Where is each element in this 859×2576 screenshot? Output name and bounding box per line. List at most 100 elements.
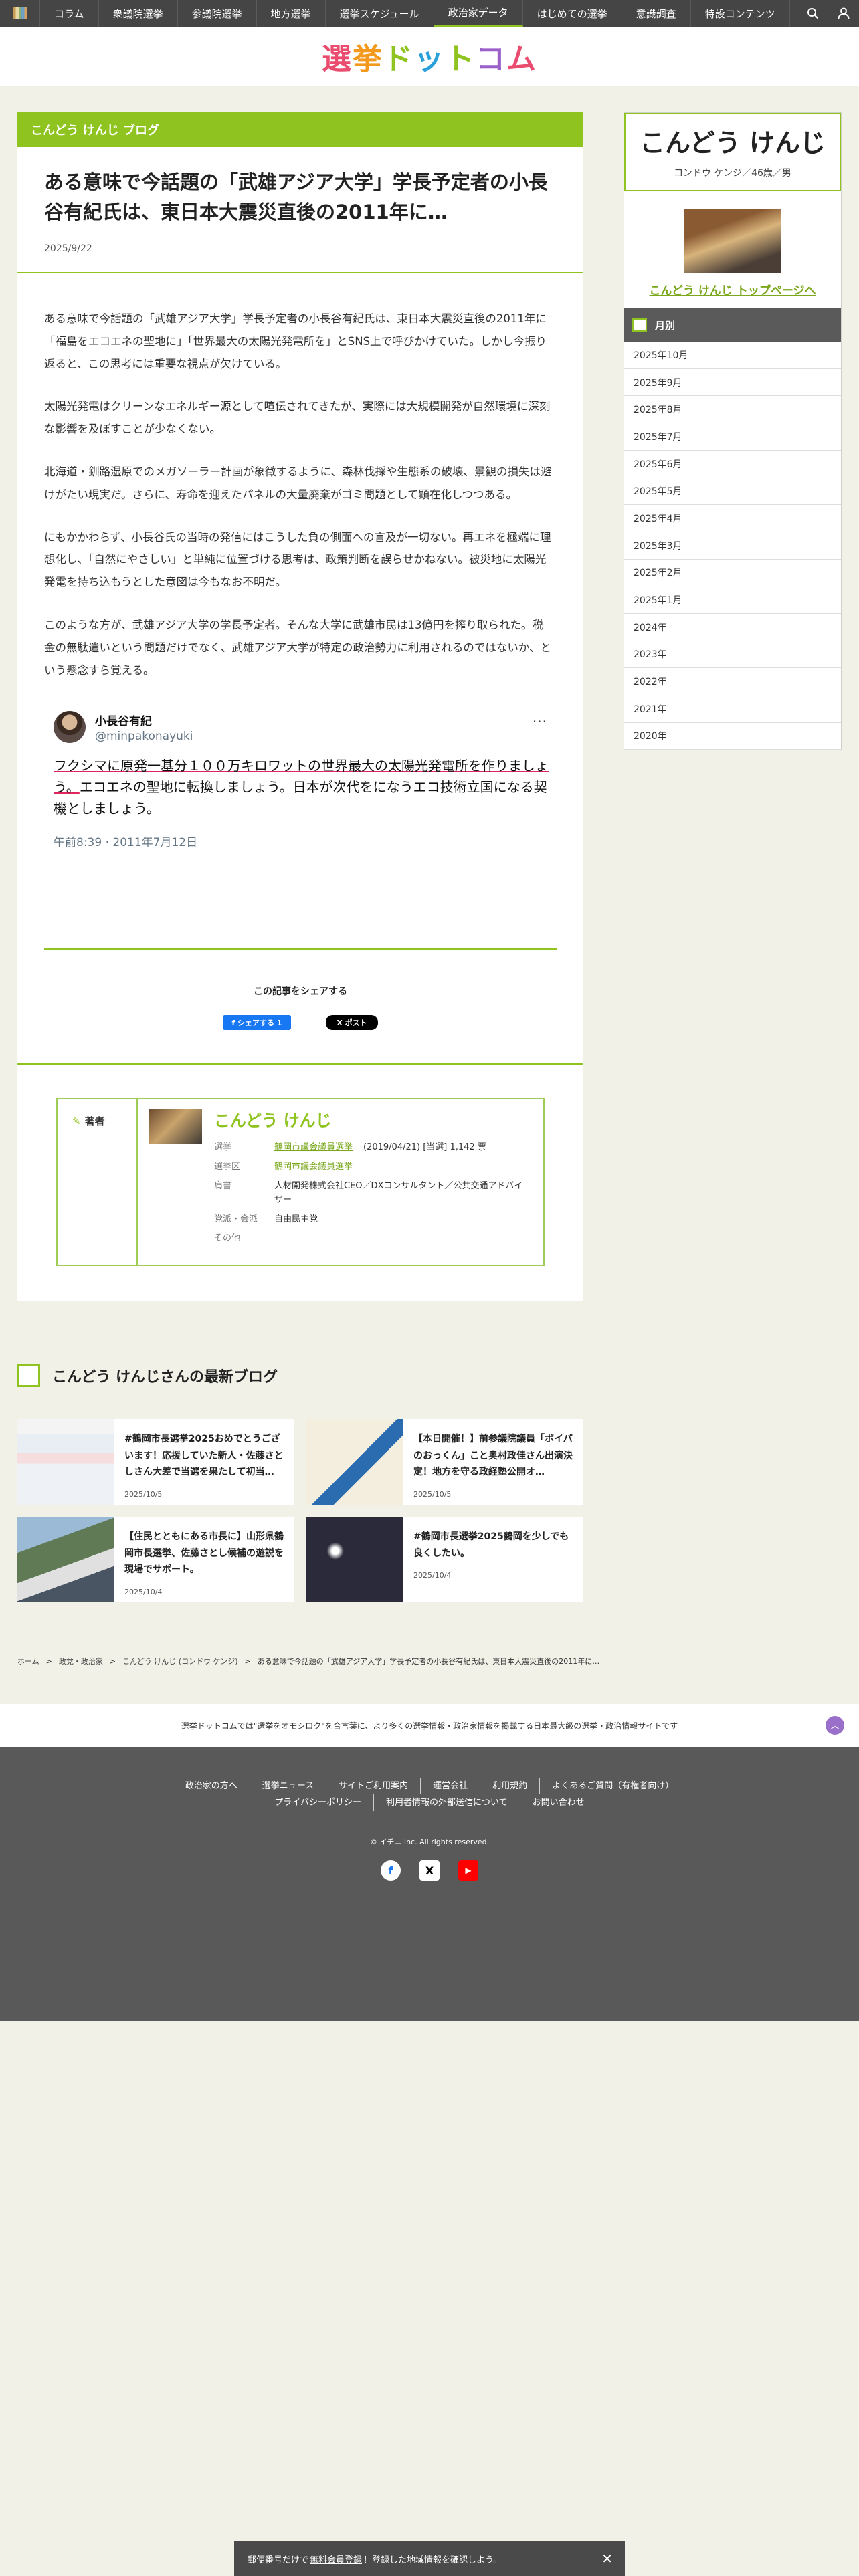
sidebar-politician-meta: コンドウ ケンジ／46歳／男 bbox=[674, 168, 791, 179]
tweet-text-rest: エコエネの聖地に転換しましょう。日本が次代をになうエコ技術立国になる契機としまし… bbox=[54, 779, 547, 817]
blog-card-thumbnail bbox=[306, 1419, 403, 1505]
article-body: ある意味で今話題の「武雄アジア大学」学長予定者の小長谷有紀氏は、東日本大震災直後… bbox=[17, 273, 583, 682]
tweet-avatar[interactable] bbox=[54, 711, 86, 744]
latest-blogs: こんどう けんじさんの最新ブログ #鶴岡市長選挙2025おめでとうございます！応… bbox=[17, 1364, 583, 1602]
article-title: ある意味で今話題の「武雄アジア大学」学長予定者の小長谷有紀氏は、東日本大震災直後… bbox=[44, 171, 548, 223]
month-item[interactable]: 2025年6月 bbox=[624, 451, 841, 478]
blog-card[interactable]: #鶴岡市長選挙2025おめでとうございます！応援していた新人・佐藤さとしさん大差… bbox=[17, 1419, 294, 1505]
footer-link[interactable]: サイトご利用案内 bbox=[326, 1778, 420, 1794]
nav-item-local[interactable]: 地方選挙 bbox=[257, 0, 326, 27]
blog-card-date: 2025/10/4 bbox=[413, 1571, 452, 1580]
calendar-icon bbox=[632, 318, 647, 332]
scroll-top-icon[interactable]: ︿ bbox=[826, 1716, 844, 1735]
footer-link[interactable]: 利用規約 bbox=[480, 1778, 539, 1794]
breadcrumb-parties[interactable]: 政党・政治家 bbox=[59, 1657, 103, 1666]
month-item[interactable]: 2025年2月 bbox=[624, 560, 841, 587]
tweet-timestamp[interactable]: 午前8:39 · 2011年7月12日 bbox=[54, 833, 554, 849]
home-icon[interactable] bbox=[0, 0, 40, 27]
copyright: © イチニ Inc. All rights reserved. bbox=[369, 1838, 490, 1846]
footer-link[interactable]: 利用者情報の外部送信について bbox=[373, 1794, 520, 1811]
nav-item-sangiin[interactable]: 参議院選挙 bbox=[178, 0, 257, 27]
site-header: 選挙ドットコム bbox=[0, 27, 859, 86]
month-item[interactable]: 2025年8月 bbox=[624, 396, 841, 424]
nav-item-politician-data[interactable]: 政治家データ bbox=[434, 0, 523, 27]
site-logo[interactable]: 選挙ドットコム bbox=[322, 35, 537, 78]
blog-card[interactable]: #鶴岡市長選挙2025鶴岡を少しでも良くしたい。 2025/10/4 bbox=[306, 1517, 583, 1602]
district-link[interactable]: 鶴岡市議会議員選挙 bbox=[274, 1162, 353, 1172]
footer-link[interactable]: 政治家の方へ bbox=[172, 1778, 250, 1794]
user-icon[interactable] bbox=[828, 0, 859, 27]
facebook-share-button[interactable]: f シェアする 1 bbox=[223, 1015, 291, 1031]
facebook-icon[interactable]: f bbox=[381, 1860, 401, 1881]
tweet-author-name[interactable]: 小長谷有紀 bbox=[95, 712, 193, 728]
month-item[interactable]: 2025年4月 bbox=[624, 505, 841, 532]
signup-link[interactable]: 無料会員登録 bbox=[310, 2553, 362, 2565]
article-paragraph: にもかかわらず、小長谷氏の当時の発信にはこうした負の側面への言及が一切ない。再エ… bbox=[44, 530, 551, 589]
search-icon[interactable] bbox=[797, 0, 828, 27]
politician-photo[interactable] bbox=[684, 209, 781, 273]
breadcrumb-home[interactable]: ホーム bbox=[17, 1657, 39, 1666]
author-box: ✎ 著者 こんどう けんじ 選挙 鶴岡市議会議員選挙 (2019/04/21) [当選… bbox=[56, 1098, 545, 1267]
author-row-other: その他 bbox=[214, 1233, 241, 1244]
article-paragraph: ある意味で今話題の「武雄アジア大学」学長予定者の小長谷有紀氏は、東日本大震災直後… bbox=[44, 312, 547, 370]
footer-link[interactable]: 運営会社 bbox=[420, 1778, 480, 1794]
close-icon[interactable]: ✕ bbox=[601, 2551, 613, 2567]
month-item[interactable]: 2025年10月 bbox=[624, 342, 841, 369]
nav-item-special[interactable]: 特設コンテンツ bbox=[691, 0, 790, 27]
blog-card[interactable]: 【本日開催！】前参議院議員「ボイパのおっくん」こと奥村政佳さん出演決定！地方を守… bbox=[306, 1419, 583, 1505]
x-icon[interactable]: X bbox=[419, 1860, 440, 1881]
youtube-icon[interactable]: ▶ bbox=[458, 1860, 478, 1881]
blog-card[interactable]: 【住民とともにある市長に】山形県鶴岡市長選挙、佐藤さとし候補の遊説を現場でサポー… bbox=[17, 1517, 294, 1602]
author-photo[interactable] bbox=[149, 1109, 202, 1144]
pen-icon: ✎ bbox=[72, 1115, 81, 1128]
more-icon[interactable]: ··· bbox=[533, 714, 547, 730]
top-nav: コラム 衆議院選挙 参議院選挙 地方選挙 選挙スケジュール 政治家データ はじめ… bbox=[0, 0, 859, 27]
author-label: ✎ 著者 bbox=[58, 1099, 138, 1265]
x-post-button[interactable]: X ポスト bbox=[326, 1015, 378, 1031]
article-date: 2025/9/22 bbox=[44, 243, 92, 254]
month-item[interactable]: 2025年9月 bbox=[624, 369, 841, 397]
month-item[interactable]: 2022年 bbox=[624, 668, 841, 695]
site-tagline: 選挙ドットコムでは"選挙をオモシロク"を合言葉に、より多くの選挙情報・政治家情報… bbox=[0, 1704, 859, 1747]
month-item[interactable]: 2024年 bbox=[624, 614, 841, 641]
footer-link[interactable]: お問い合わせ bbox=[519, 1794, 597, 1811]
month-item[interactable]: 2025年1月 bbox=[624, 586, 841, 614]
embedded-tweet[interactable]: 小長谷有紀 @minpakonayuki ··· フクシマに原発一基分１００万キ… bbox=[44, 702, 566, 849]
sidebar: こんどう けんじ コンドウ ケンジ／46歳／男 こんどう けんじ トップページへ… bbox=[624, 112, 842, 751]
monthly-archive-header: 月別 bbox=[624, 308, 841, 342]
latest-blogs-title: こんどう けんじさんの最新ブログ bbox=[52, 1369, 278, 1386]
month-item[interactable]: 2023年 bbox=[624, 641, 841, 669]
month-item[interactable]: 2025年5月 bbox=[624, 477, 841, 506]
month-item[interactable]: 2025年3月 bbox=[624, 532, 841, 560]
sidebar-politician-name: こんどう けんじ bbox=[639, 128, 826, 158]
tweet-text: フクシマに原発一基分１００万キロワットの世界最大の太陽光発電所を作りましょう。エ… bbox=[54, 755, 554, 819]
nav-item-survey[interactable]: 意識調査 bbox=[622, 0, 691, 27]
election-link[interactable]: 鶴岡市議会議員選挙 bbox=[274, 1142, 353, 1152]
footer-link[interactable]: プライバシーポリシー bbox=[262, 1794, 373, 1811]
blog-card-title: 【住民とともにある市長に】山形県鶴岡市長選挙、佐藤さとし候補の遊説を現場でサポー… bbox=[124, 1531, 284, 1575]
month-item[interactable]: 2025年7月 bbox=[624, 423, 841, 451]
tweet-author-handle[interactable]: @minpakonayuki bbox=[95, 730, 193, 743]
author-name[interactable]: こんどう けんじ bbox=[214, 1107, 332, 1131]
blog-card-title: #鶴岡市長選挙2025鶴岡を少しでも良くしたい。 bbox=[413, 1531, 569, 1559]
month-item[interactable]: 2021年 bbox=[624, 695, 841, 723]
share-title: この記事をシェアする bbox=[254, 986, 347, 998]
blog-card-thumbnail bbox=[17, 1517, 114, 1602]
nav-item-first-election[interactable]: はじめての選挙 bbox=[523, 0, 622, 27]
blog-card-date: 2025/10/4 bbox=[124, 1587, 163, 1596]
nav-item-column[interactable]: コラム bbox=[40, 0, 99, 27]
politician-top-link[interactable]: こんどう けんじ トップページへ bbox=[624, 281, 841, 308]
tagline-text: 選挙ドットコムでは"選挙をオモシロク"を合言葉に、より多くの選挙情報・政治家情報… bbox=[181, 1721, 678, 1731]
breadcrumb-current: ある意味で今話題の「武雄アジア大学」学長予定者の小長谷有紀氏は、東日本大震災直後… bbox=[257, 1657, 600, 1666]
breadcrumb-politician[interactable]: こんどう けんじ (コンドウ ケンジ) bbox=[122, 1657, 237, 1666]
month-item[interactable]: 2020年 bbox=[624, 723, 841, 750]
footer-link[interactable]: 選挙ニュース bbox=[249, 1778, 326, 1794]
author-row-title: 肩書 人材開発株式会社CEO／DXコンサルタント／公共交通アドバイザー bbox=[214, 1181, 523, 1205]
blog-category-label: こんどう けんじ ブログ bbox=[17, 112, 583, 147]
nav-item-shugiin[interactable]: 衆議院選挙 bbox=[99, 0, 178, 27]
blog-card-date: 2025/10/5 bbox=[124, 1489, 163, 1499]
author-row-district: 選挙区 鶴岡市議会議員選挙 bbox=[214, 1162, 353, 1172]
nav-item-schedule[interactable]: 選挙スケジュール bbox=[326, 0, 434, 27]
article-paragraph: このような方が、武雄アジア大学の学長予定者。そんな大学に武雄市民は13億円を搾り… bbox=[44, 619, 552, 677]
footer-link[interactable]: よくあるご質問（有権者向け） bbox=[539, 1778, 687, 1794]
